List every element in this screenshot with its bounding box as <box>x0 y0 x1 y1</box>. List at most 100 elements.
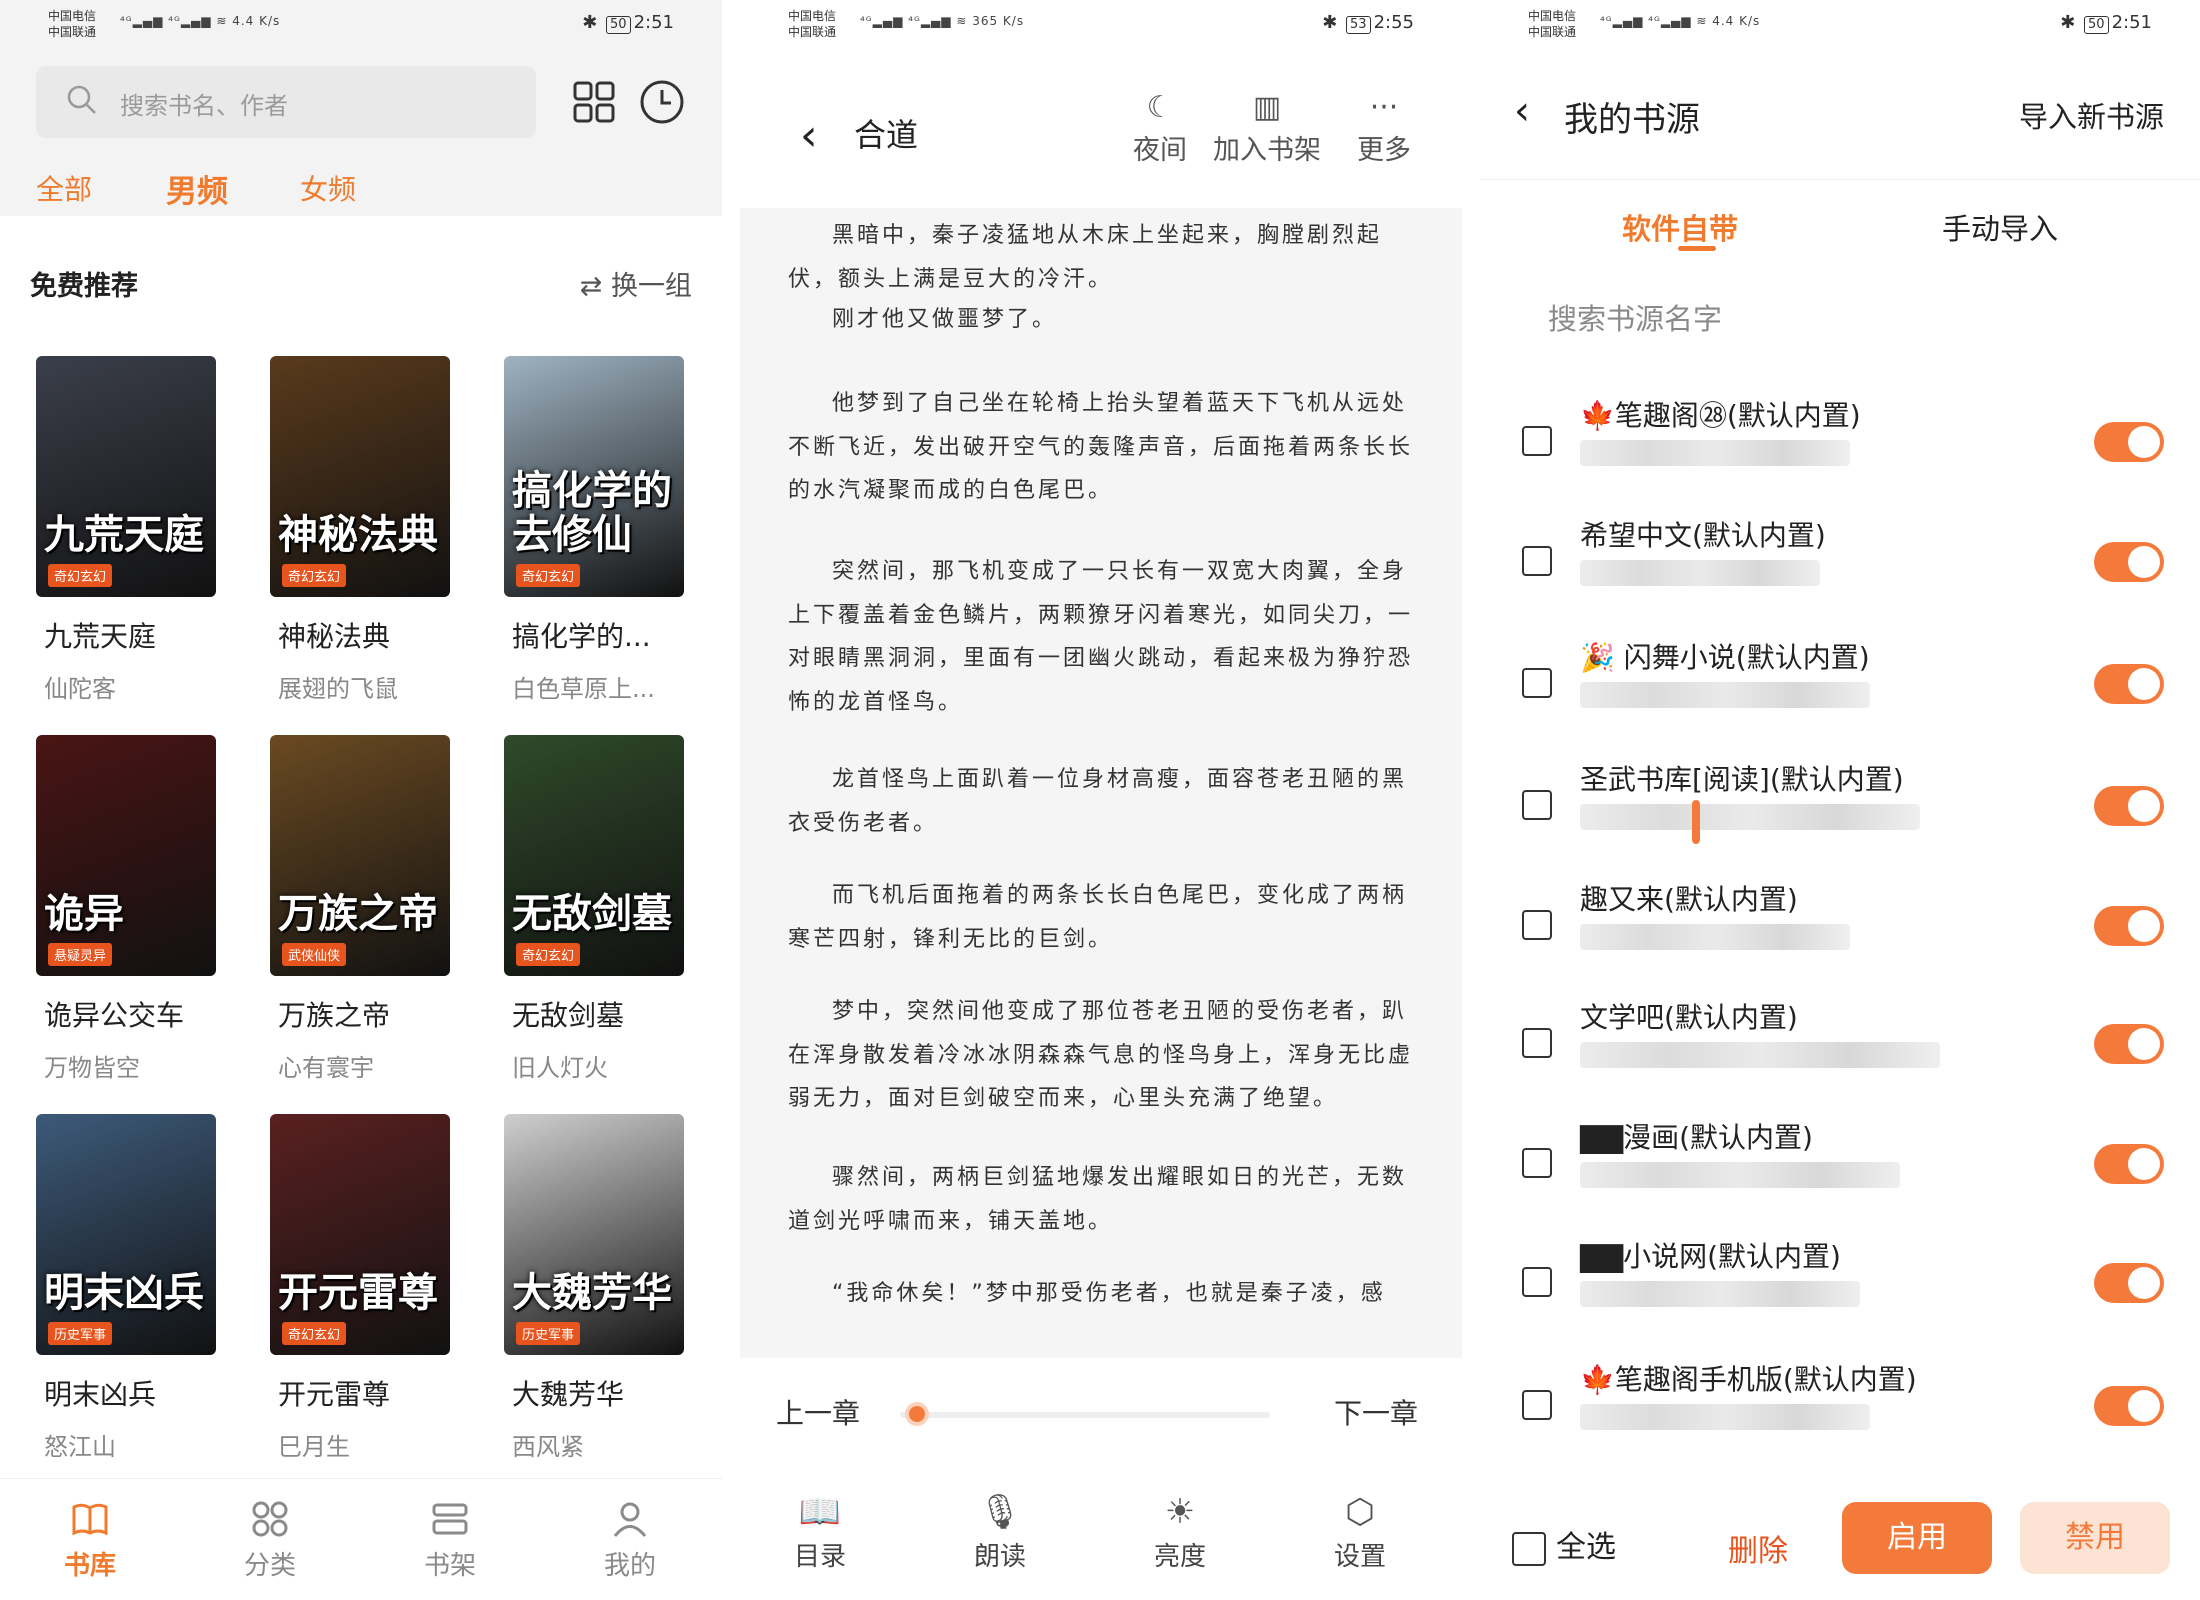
more-button[interactable]: ··· 更多 <box>1334 88 1434 167</box>
source-row[interactable]: 希望中文(默认内置) <box>1480 514 2200 634</box>
source-row[interactable]: 🍁笔趣阁㉘(默认内置) <box>1480 394 2200 514</box>
book-cover[interactable]: 无敌剑墓 奇幻玄幻 <box>504 735 684 976</box>
history-clock-icon[interactable] <box>638 78 686 126</box>
grid-icon[interactable] <box>572 80 616 124</box>
search-input[interactable]: 搜索书名、作者 <box>36 66 536 138</box>
book-title: 合道 <box>854 116 919 154</box>
disable-button[interactable]: 禁用 <box>2020 1502 2170 1574</box>
chapter-progress-bar[interactable] <box>900 1412 1270 1418</box>
book-cover[interactable]: 大魏芳华 历史军事 <box>504 1114 684 1355</box>
source-checkbox[interactable] <box>1522 668 1552 698</box>
progress-slider-handle[interactable] <box>905 1402 930 1426</box>
tab-manual-import[interactable]: 手动导入 <box>1942 206 2058 248</box>
tab-female[interactable]: 女频 <box>300 168 356 208</box>
source-checkbox[interactable] <box>1522 1390 1552 1420</box>
network-speed: 4.4 K/s <box>1712 14 1761 28</box>
source-checkbox[interactable] <box>1522 1028 1552 1058</box>
source-row[interactable]: 🍁笔趣阁手机版(默认内置) <box>1480 1358 2200 1478</box>
select-all-checkbox[interactable]: 全选 <box>1512 1522 1616 1566</box>
add-to-shelf-button[interactable]: ▥ 加入书架 <box>1202 88 1332 167</box>
paragraph: 而飞机后面拖着的两条长长白色尾巴，变化成了两柄寒芒四射，锋利无比的巨剑。 <box>788 883 1408 952</box>
source-checkbox[interactable] <box>1522 790 1552 820</box>
source-row[interactable]: ▇▇漫画(默认内置) <box>1480 1116 2200 1236</box>
paragraph: “我命休矣！”梦中那受伤老者，也就是秦子凌，感 <box>832 1281 1386 1306</box>
book-card[interactable]: 万族之帝 武侠仙侠 万族之帝 心有寰宇 <box>270 735 470 1083</box>
source-toggle[interactable] <box>2094 1263 2164 1303</box>
source-toggle[interactable] <box>2094 1386 2164 1426</box>
book-card[interactable]: 神秘法典 奇幻玄幻 神秘法典 展翅的飞鼠 <box>270 356 470 704</box>
import-source-button[interactable]: 导入新书源 <box>2019 94 2164 136</box>
prev-chapter-button[interactable]: 上一章 <box>776 1392 860 1432</box>
source-toggle[interactable] <box>2094 786 2164 826</box>
next-chapter-button[interactable]: 下一章 <box>1334 1392 1418 1432</box>
source-toggle[interactable] <box>2094 1144 2164 1184</box>
book-card[interactable]: 无敌剑墓 奇幻玄幻 无敌剑墓 旧人灯火 <box>504 735 704 1083</box>
tab-builtin[interactable]: 软件自带 <box>1622 206 1738 248</box>
source-row[interactable]: ▇▇小说网(默认内置) <box>1480 1235 2200 1355</box>
back-arrow-icon[interactable]: ‹ <box>800 110 818 161</box>
delete-button[interactable]: 删除 <box>1728 1526 1788 1570</box>
source-name: ▇▇漫画(默认内置) <box>1580 1121 1813 1154</box>
read-aloud-button[interactable]: 🎙 朗读 <box>950 1488 1050 1573</box>
book-cover[interactable]: 神秘法典 奇幻玄幻 <box>270 356 450 597</box>
tab-male[interactable]: 男频 <box>166 166 228 211</box>
source-search-input[interactable]: 搜索书源名字 <box>1548 296 1722 338</box>
settings-button[interactable]: ⬡ 设置 <box>1310 1488 1410 1573</box>
book-card[interactable]: 搞化学的去修仙 奇幻玄幻 搞化学的... 白色草原上... <box>504 356 704 704</box>
book-cover[interactable]: 诡异悬疑灵异 <box>36 735 216 976</box>
book-cover[interactable]: 开元雷尊 奇幻玄幻 <box>270 1114 450 1355</box>
source-checkbox[interactable] <box>1522 1148 1552 1178</box>
source-toggle[interactable] <box>2094 1024 2164 1064</box>
source-toggle[interactable] <box>2094 906 2164 946</box>
source-toggle[interactable] <box>2094 542 2164 582</box>
source-checkbox[interactable] <box>1522 426 1552 456</box>
genre-tag: 悬疑灵异 <box>48 943 113 966</box>
nav-label: 书库 <box>63 1551 116 1581</box>
source-url-redacted <box>1580 1404 1870 1430</box>
source-row[interactable]: 趣又来(默认内置) <box>1480 878 2200 998</box>
back-arrow-icon[interactable]: ‹ <box>1514 88 1530 134</box>
cover-title: 诡异 <box>44 890 124 937</box>
source-checkbox[interactable] <box>1522 910 1552 940</box>
source-toggle[interactable] <box>2094 664 2164 704</box>
toc-button[interactable]: 📖 目录 <box>770 1488 870 1573</box>
scrollbar[interactable] <box>1692 800 1700 844</box>
book-card[interactable]: 诡异 悬疑灵异 诡异公交车 万物皆空 <box>36 735 236 1083</box>
book-author: 白色草原上... <box>512 675 655 703</box>
cover-title: 开元雷尊 <box>278 1269 438 1316</box>
nav-category[interactable]: 分类 <box>210 1499 330 1582</box>
source-toggle[interactable] <box>2094 422 2164 462</box>
reader-controls: 上一章 下一章 📖 目录 🎙 朗读 ☀ 亮度 ⬡ 设置 <box>740 1358 1462 1600</box>
nav-profile[interactable]: 我的 <box>570 1499 690 1582</box>
book-author: 万物皆空 <box>44 1054 140 1082</box>
book-icon: 📖 <box>798 1492 842 1532</box>
enable-button[interactable]: 启用 <box>1842 1502 1992 1574</box>
brightness-button[interactable]: ☀ 亮度 <box>1130 1488 1230 1573</box>
nav-label: 书架 <box>423 1551 476 1581</box>
book-card[interactable]: 九荒天庭 奇幻玄幻 九荒天庭 仙陀客 <box>36 356 236 704</box>
paragraph: 他梦到了自己坐在轮椅上抬头望着蓝天下飞机从远处不断飞近，发出破开空气的轰隆声音，… <box>788 391 1414 503</box>
source-row[interactable]: 圣武书库[阅读](默认内置) <box>1480 758 2200 878</box>
brightness-icon: ☀ <box>1164 1492 1196 1532</box>
book-cover[interactable]: 九荒天庭 奇幻玄幻 <box>36 356 216 597</box>
book-cover[interactable]: 明末凶兵 历史军事 <box>36 1114 216 1355</box>
nav-bookshelf[interactable]: 书架 <box>390 1499 510 1582</box>
book-card[interactable]: 大魏芳华 历史军事 大魏芳华 西风紧 <box>504 1114 704 1462</box>
time: 2:51 <box>2111 12 2152 33</box>
night-mode-button[interactable]: ☾ 夜间 <box>1110 88 1210 167</box>
section-title: 免费推荐 <box>30 271 138 302</box>
book-cover[interactable]: 万族之帝 武侠仙侠 <box>270 735 450 976</box>
library-screen: 中国电信 中国联通 ⁴ᴳ▂▄▆ ⁴ᴳ▂▄▆ ≋ 4.4 K/s ✱ 50 2:51 … <box>0 0 722 1600</box>
source-row[interactable]: 文学吧(默认内置) <box>1480 996 2200 1116</box>
book-card[interactable]: 开元雷尊 奇幻玄幻 开元雷尊 巳月生 <box>270 1114 470 1462</box>
book-cover[interactable]: 搞化学的去修仙 奇幻玄幻 <box>504 356 684 597</box>
bottom-action-bar: 全选 删除 启用 禁用 <box>1480 1478 2200 1600</box>
source-checkbox[interactable] <box>1522 546 1552 576</box>
tab-all[interactable]: 全部 <box>36 168 92 208</box>
book-author: 怒江山 <box>44 1433 116 1461</box>
nav-library[interactable]: 书库 <box>30 1499 150 1582</box>
source-checkbox[interactable] <box>1522 1267 1552 1297</box>
refresh-button[interactable]: ⇄ 换一组 <box>580 264 692 303</box>
source-row[interactable]: 🎉 闪舞小说(默认内置) <box>1480 636 2200 756</box>
book-card[interactable]: 明末凶兵 历史军事 明末凶兵 怒江山 <box>36 1114 236 1462</box>
